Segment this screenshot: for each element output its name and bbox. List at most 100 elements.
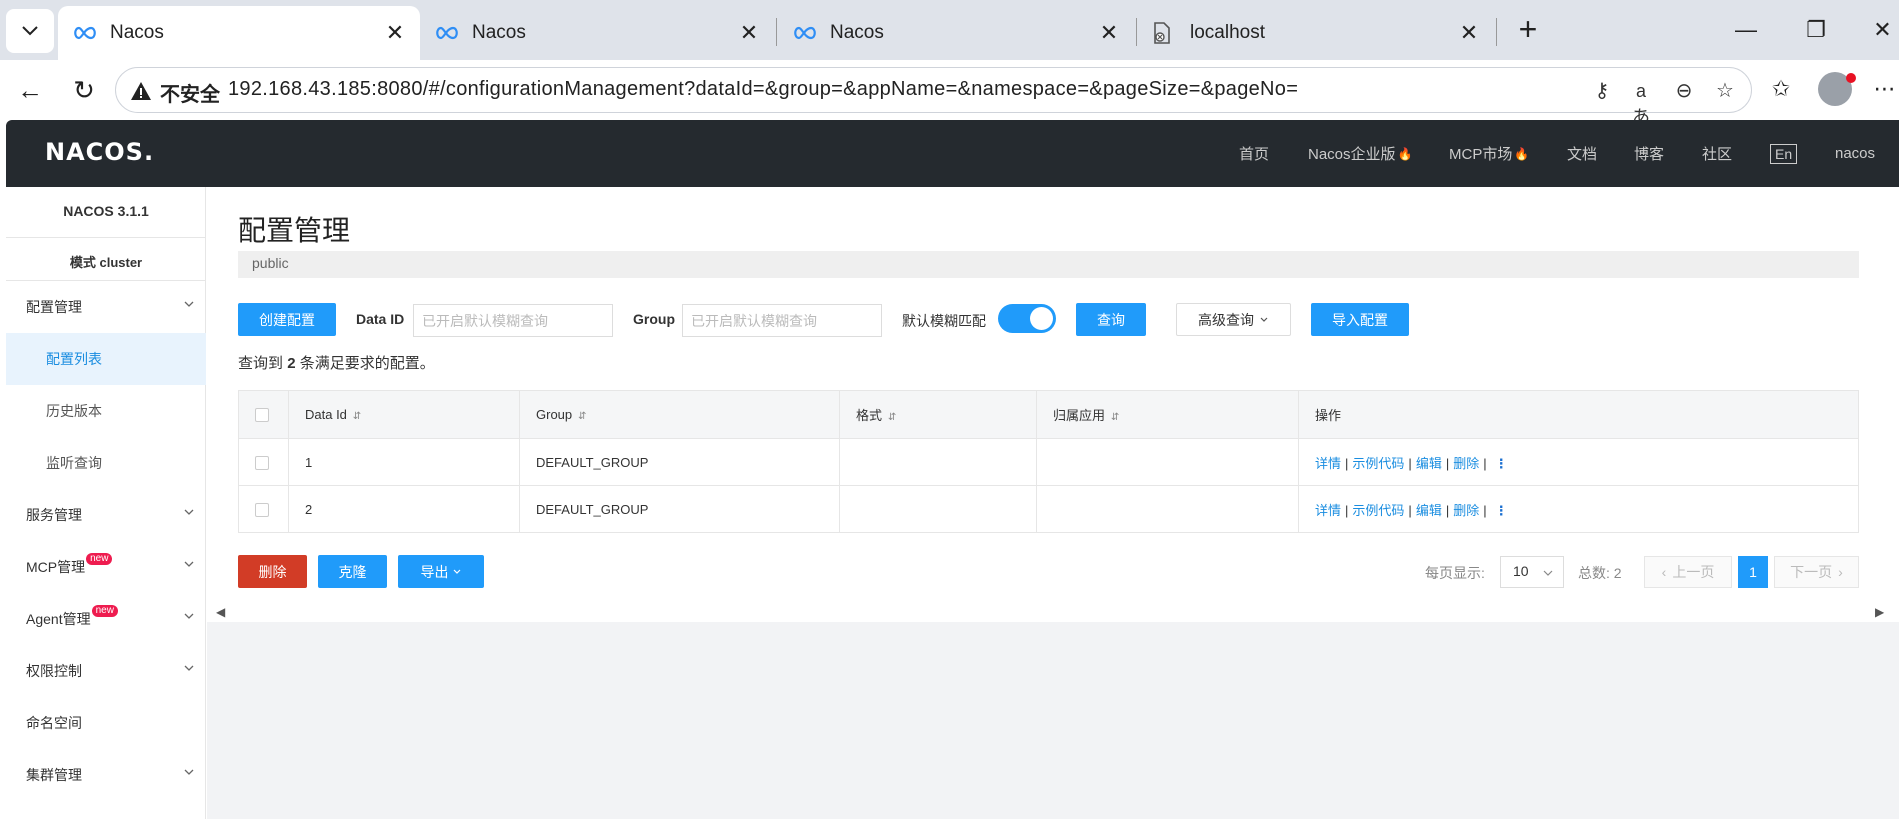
sidebar-item-config-list[interactable]: 配置列表 — [6, 333, 206, 385]
new-tab-button[interactable]: + — [1510, 12, 1546, 48]
tab-title: localhost — [1190, 22, 1265, 43]
sidebar-item-agent-management[interactable]: Agent管理 new — [6, 593, 206, 645]
col-data-id[interactable]: Data Id ⇵ — [288, 390, 520, 439]
star-icon[interactable]: ☆ — [1712, 78, 1738, 104]
zoom-out-icon[interactable]: ⊖ — [1671, 78, 1697, 104]
scroll-right-arrow-icon[interactable]: ▶ — [1875, 605, 1884, 619]
close-icon[interactable]: ✕ — [384, 20, 406, 46]
sort-icon[interactable]: ⇵ — [888, 412, 896, 423]
sidebar-item-namespace[interactable]: 命名空间 — [6, 697, 206, 749]
translate-icon[interactable]: aあ — [1628, 78, 1654, 127]
user-menu[interactable]: nacos — [1835, 120, 1875, 187]
sample-code-link[interactable]: 示例代码 — [1352, 503, 1404, 518]
row-checkbox[interactable] — [255, 502, 269, 517]
tab-separator — [1136, 18, 1137, 46]
lang-label: En — [1770, 143, 1798, 164]
browser-tab-3[interactable]: Nacos ✕ — [778, 6, 1134, 60]
more-vertical-icon[interactable]: ⋮ — [1495, 456, 1508, 471]
nacos-favicon-icon — [792, 23, 818, 43]
next-page-button[interactable]: 下一页 › — [1774, 556, 1859, 588]
group-cell: DEFAULT_GROUP — [519, 438, 840, 486]
not-secure-label[interactable]: 不安全 — [160, 78, 220, 107]
sidebar-item-cluster-management[interactable]: 集群管理 — [6, 749, 206, 801]
namespace-bar[interactable]: public — [238, 251, 1859, 278]
reload-button[interactable]: ↻ — [66, 72, 102, 108]
config-table: Data Id ⇵ Group ⇵ 格式 ⇵ 归属应用 ⇵ 操作 1 DEFAULT_G… — [238, 390, 1859, 533]
close-icon[interactable]: ✕ — [1458, 20, 1480, 46]
nav-docs[interactable]: 文档 — [1567, 120, 1597, 187]
query-button[interactable]: 查询 — [1076, 303, 1146, 336]
sidebar-item-access-control[interactable]: 权限控制 — [6, 645, 206, 697]
more-menu-icon[interactable]: ⋯ — [1870, 74, 1899, 104]
row-select-cell — [238, 485, 289, 533]
advanced-query-button[interactable]: 高级查询 — [1176, 303, 1291, 336]
delete-link[interactable]: 删除 — [1453, 503, 1479, 518]
close-icon[interactable]: ✕ — [1098, 20, 1120, 46]
browser-tab-1[interactable]: Nacos ✕ — [58, 6, 420, 60]
key-icon[interactable]: ⚷ — [1589, 78, 1615, 104]
prev-label: 上一页 — [1672, 564, 1715, 580]
import-config-button[interactable]: 导入配置 — [1311, 303, 1409, 336]
column-label: 归属应用 — [1053, 408, 1106, 423]
minimize-button[interactable]: — — [1726, 12, 1766, 48]
nav-blog[interactable]: 博客 — [1634, 120, 1664, 187]
fuzzy-match-toggle[interactable] — [998, 304, 1056, 333]
delete-link[interactable]: 删除 — [1453, 456, 1479, 471]
row-checkbox[interactable] — [255, 455, 269, 470]
back-button[interactable]: ← — [12, 72, 48, 108]
sidebar-item-mcp-management[interactable]: MCP管理 new — [6, 541, 206, 593]
sidebar-item-listener-query[interactable]: 监听查询 — [6, 437, 206, 489]
col-format[interactable]: 格式 ⇵ — [839, 390, 1037, 439]
current-page-button[interactable]: 1 — [1738, 556, 1768, 588]
favorites-icon[interactable]: ✩ — [1766, 74, 1796, 104]
group-input[interactable] — [682, 304, 882, 337]
nav-community[interactable]: 社区 — [1702, 120, 1732, 187]
sidebar-item-label: Agent管理 — [26, 611, 91, 627]
select-all-checkbox[interactable] — [255, 408, 269, 423]
export-button[interactable]: 导出 — [398, 555, 484, 588]
column-label: 操作 — [1315, 408, 1342, 423]
col-app[interactable]: 归属应用 ⇵ — [1036, 390, 1299, 439]
edit-link[interactable]: 编辑 — [1416, 456, 1442, 471]
address-bar[interactable]: 不安全 192.168.43.185:8080/#/configurationM… — [115, 67, 1752, 127]
sidebar-item-label: 集群管理 — [26, 767, 82, 783]
browser-tab-4[interactable]: localhost ✕ — [1138, 6, 1494, 60]
page-size-value: 10 — [1513, 563, 1529, 579]
nacos-favicon-icon — [434, 23, 460, 43]
clone-button[interactable]: 克隆 — [318, 555, 387, 588]
page-size-select[interactable]: 10 — [1500, 556, 1564, 588]
chevron-down-icon — [184, 509, 194, 515]
nav-enterprise[interactable]: Nacos企业版 🔥 — [1308, 120, 1412, 187]
browser-tab-2[interactable]: Nacos ✕ — [420, 6, 774, 60]
nav-mcp-market[interactable]: MCP市场 🔥 — [1449, 120, 1529, 187]
close-icon[interactable]: ✕ — [738, 20, 760, 46]
edit-link[interactable]: 编辑 — [1416, 503, 1442, 518]
detail-link[interactable]: 详情 — [1315, 503, 1341, 518]
prev-page-button[interactable]: ‹ 上一页 — [1644, 556, 1732, 588]
more-vertical-icon[interactable]: ⋮ — [1495, 503, 1508, 518]
nav-home[interactable]: 首页 — [1239, 120, 1269, 187]
nacos-logo[interactable]: NACOS. — [45, 138, 154, 166]
restore-button[interactable]: ❐ — [1796, 12, 1836, 48]
namespace-label[interactable]: public — [252, 255, 289, 271]
col-group[interactable]: Group ⇵ — [519, 390, 840, 439]
separator: | — [1445, 455, 1450, 471]
detail-link[interactable]: 详情 — [1315, 456, 1341, 471]
scroll-left-arrow-icon[interactable]: ◀ — [216, 605, 225, 619]
sort-icon[interactable]: ⇵ — [1111, 412, 1119, 423]
sort-icon[interactable]: ⇵ — [353, 411, 361, 422]
reload-icon: ↻ — [73, 75, 95, 105]
close-window-button[interactable]: ✕ — [1866, 12, 1899, 48]
sidebar-item-config-management[interactable]: 配置管理 — [6, 281, 206, 333]
dataid-input[interactable] — [413, 304, 613, 337]
browser-toolbar: ← ↻ 不安全 192.168.43.185:8080/#/configurat… — [0, 60, 1899, 127]
url-text[interactable]: 192.168.43.185:8080/#/configurationManag… — [228, 78, 1298, 101]
sort-icon[interactable]: ⇵ — [578, 411, 586, 422]
sidebar-item-history[interactable]: 历史版本 — [6, 385, 206, 437]
sidebar-item-service-management[interactable]: 服务管理 — [6, 489, 206, 541]
batch-delete-button[interactable]: 删除 — [238, 555, 307, 588]
tab-actions-menu-button[interactable] — [6, 9, 54, 53]
create-config-button[interactable]: 创建配置 — [238, 303, 336, 336]
sample-code-link[interactable]: 示例代码 — [1352, 456, 1404, 471]
language-switch[interactable]: En — [1770, 120, 1798, 187]
